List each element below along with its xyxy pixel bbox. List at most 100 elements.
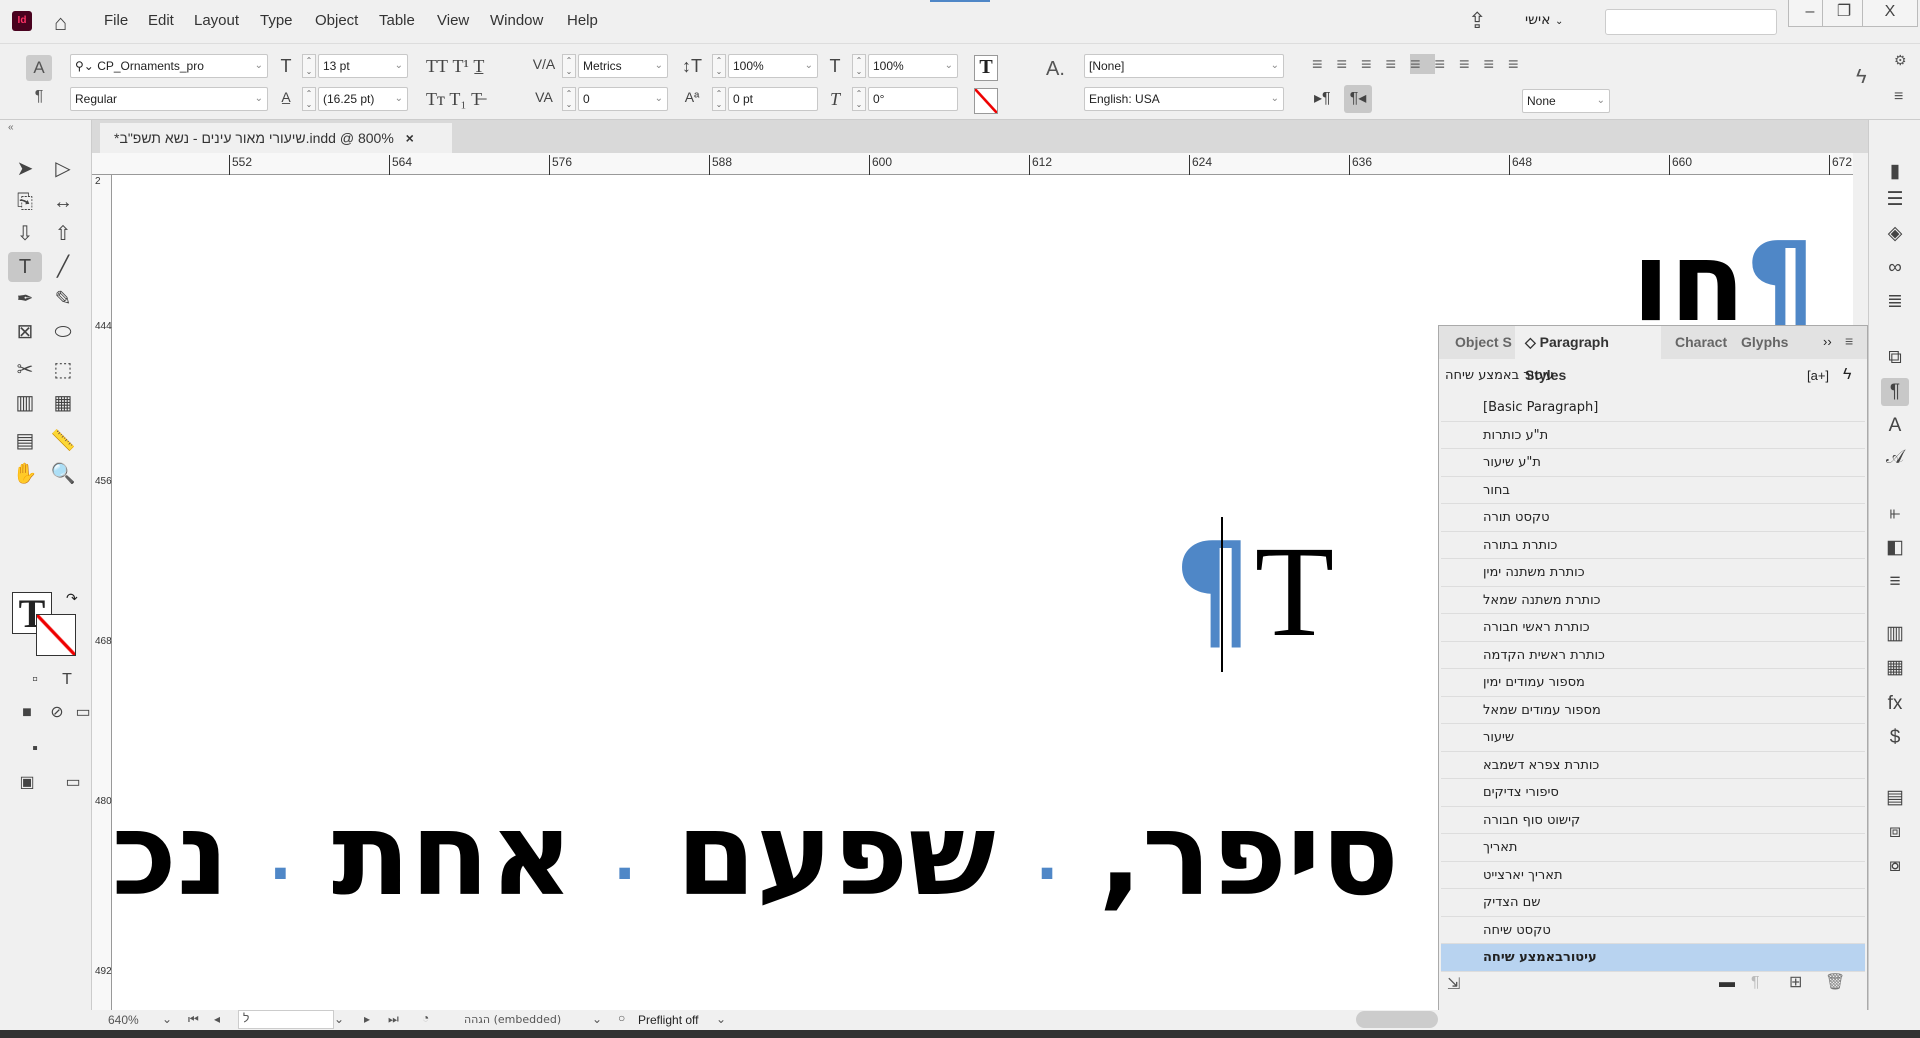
stroke-icon[interactable]: ≣ [1881,288,1909,316]
style-list-item[interactable]: [Basic Paragraph] [1441,394,1865,422]
tab-paragraph-styles[interactable]: ◇ Paragraph Styles [1515,326,1661,383]
screen-mode-icon[interactable]: ▭ [56,768,90,798]
leading-field[interactable]: (16.25 pt) ⌄ [318,87,408,111]
frame-fitting-icon[interactable]: ▪ [18,734,52,764]
tracking-field[interactable]: 0 ⌄ [578,87,668,111]
previous-page-button[interactable]: ◂ [214,1012,220,1026]
share-icon[interactable]: ⇪ [1468,8,1486,34]
caps-superscript-underline-icons[interactable]: TT T¹ T̲ [426,56,516,77]
tab-object-styles[interactable]: Object S [1445,326,1522,359]
style-list-item[interactable]: עיטורבאמצע שיחה [1441,944,1865,972]
properties-icon[interactable]: ☰ [1881,186,1909,214]
cell-styles-icon[interactable]: ⧇ [1881,852,1909,880]
vertical-scale-field[interactable]: 100% ⌄ [728,54,818,78]
ellipse-tool[interactable]: ⬭ [46,317,80,347]
measure-tool[interactable]: 📏 [46,426,80,456]
first-page-button[interactable]: ⏮ [188,1012,199,1027]
character-styles-icon[interactable]: A [1881,412,1909,440]
menu-window[interactable]: Window [490,12,543,29]
cc-libraries-icon[interactable]: $ [1881,724,1909,752]
type-tool[interactable]: T [8,251,42,282]
style-list-item[interactable]: מספור עמודים שמאל [1441,697,1865,724]
skew-stepper[interactable]: ⌃ ⌄ [852,87,866,111]
kashida-field[interactable]: None ⌄ [1522,89,1610,113]
style-list-item[interactable]: מספור עמודים ימין [1441,669,1865,697]
panel-menu-icon[interactable]: ≡ [1894,88,1903,106]
skew-field[interactable]: 0° [868,87,958,111]
object-styles-icon[interactable]: ⧉ [1881,344,1909,372]
style-list-item[interactable]: תאריך יארצייט [1441,862,1865,889]
text-wrap-icon[interactable]: ≡ [1881,568,1909,596]
style-list-item[interactable]: שם הצדיק [1441,889,1865,917]
menu-edit[interactable]: Edit [148,12,174,29]
paragraph-styles-icon[interactable]: ¶ [1881,378,1909,406]
character-style-field[interactable]: [None] ⌄ [1084,54,1284,78]
menu-table[interactable]: Table [379,12,415,29]
gradient-feather-tool[interactable]: ▦ [46,388,80,418]
page-tool[interactable]: ⎘ [8,187,42,217]
gap-tool[interactable]: ↔ [46,187,80,217]
menu-type[interactable]: Type [260,12,293,29]
line-tool[interactable]: ╱ [46,252,80,282]
kerning-stepper[interactable]: ⌃ ⌄ [562,54,576,78]
apply-gradient-icon[interactable]: ▭ [66,698,100,728]
content-placer-tool[interactable]: ⇧ [46,219,80,249]
vertical-scale-stepper[interactable]: ⌃ ⌄ [712,54,726,78]
gradient-swatch-tool[interactable]: ▥ [8,388,42,418]
leading-stepper[interactable]: ⌃ ⌄ [302,87,316,111]
character-mode-button[interactable]: A [26,55,52,81]
effects-icon[interactable]: fx [1881,690,1909,718]
pages-icon[interactable]: ▮ [1881,158,1909,186]
tracking-stepper[interactable]: ⌃ ⌄ [562,87,576,111]
close-tab-icon[interactable]: × [406,130,414,146]
paragraph-mode-button[interactable]: ¶ [26,88,52,106]
layers-icon[interactable]: ◈ [1881,220,1909,248]
swap-colors-icon[interactable]: ↷ [66,590,78,607]
pen-tool[interactable]: ✒ [8,284,42,314]
preflight-dropdown-icon[interactable]: ⌄ [716,1012,726,1026]
baseline-shift-stepper[interactable]: ⌃ ⌄ [712,87,726,111]
style-list-item[interactable]: סיפורי צדיקים [1441,779,1865,807]
tab-character-styles[interactable]: Charact [1665,326,1738,359]
style-list-item[interactable]: כותרת צפרא דשמבא [1441,752,1865,779]
search-input[interactable] [1605,9,1777,35]
style-list-item[interactable]: כותרת בתורה [1441,532,1865,559]
style-list-item[interactable]: טקסט תורה [1441,504,1865,532]
collapse-icon[interactable]: « [8,122,14,133]
style-list-item[interactable]: כותרת ראשי חבורה [1441,614,1865,642]
clear-overrides-icon[interactable]: ¶ [1751,974,1760,992]
style-list-item[interactable]: קישוט סוף חבורה [1441,807,1865,834]
rtl-paragraph-button[interactable]: ¶◂ [1344,85,1372,113]
style-list-item[interactable]: תאריך [1441,834,1865,862]
style-list-item[interactable]: כותרת משתנה שמאל [1441,587,1865,614]
hand-tool[interactable]: ✋ [8,459,42,489]
style-list-item[interactable]: ת"ע שיעור [1441,449,1865,477]
page-field[interactable]: ל [238,1010,334,1029]
rectangle-frame-tool[interactable]: ⊠ [8,317,42,347]
preflight-status[interactable]: Preflight off [638,1013,698,1027]
font-style-field[interactable]: Regular ⌄ [70,87,268,111]
new-style-icon[interactable]: ⊞ [1789,972,1802,992]
font-family-field[interactable]: ⚲⌄ CP_Ornaments_pro ⌄ [70,54,268,78]
table-styles-icon[interactable]: ⧈ [1881,818,1909,846]
zoom-tool[interactable]: 🔍 [46,459,80,489]
restore-button[interactable]: ❐ [1822,0,1866,27]
pathfinder-icon[interactable]: ◧ [1881,534,1909,562]
language-field[interactable]: English: USA ⌄ [1084,87,1284,111]
vertical-ruler[interactable]: 2 444 456 468 480 492 [92,175,112,1010]
horizontal-scale-stepper[interactable]: ⌃ ⌄ [852,54,866,78]
page-dropdown-icon[interactable]: ⌄ [334,1012,344,1026]
close-button[interactable]: X [1862,0,1918,27]
horizontal-scrollbar[interactable] [1356,1011,1438,1028]
content-collector-tool[interactable]: ⇩ [8,219,42,249]
style-list-item[interactable]: ת"ע כותרות [1441,422,1865,449]
panel-menu-icon[interactable]: ≡ [1845,333,1853,349]
align-icon[interactable]: ⫦ [1881,500,1909,528]
text-stroke-swatch[interactable] [974,88,998,114]
font-size-field[interactable]: 13 pt ⌄ [318,54,408,78]
folder-icon[interactable]: ▬ [1719,974,1735,992]
next-page-button[interactable]: ▸ [364,1012,370,1026]
document-tab[interactable]: *שיעורי מאור עינים - נשא תשפ"ב.indd @ 80… [100,123,452,153]
table-icon[interactable]: ▤ [1881,784,1909,812]
zoom-dropdown-icon[interactable]: ⌄ [162,1012,172,1026]
